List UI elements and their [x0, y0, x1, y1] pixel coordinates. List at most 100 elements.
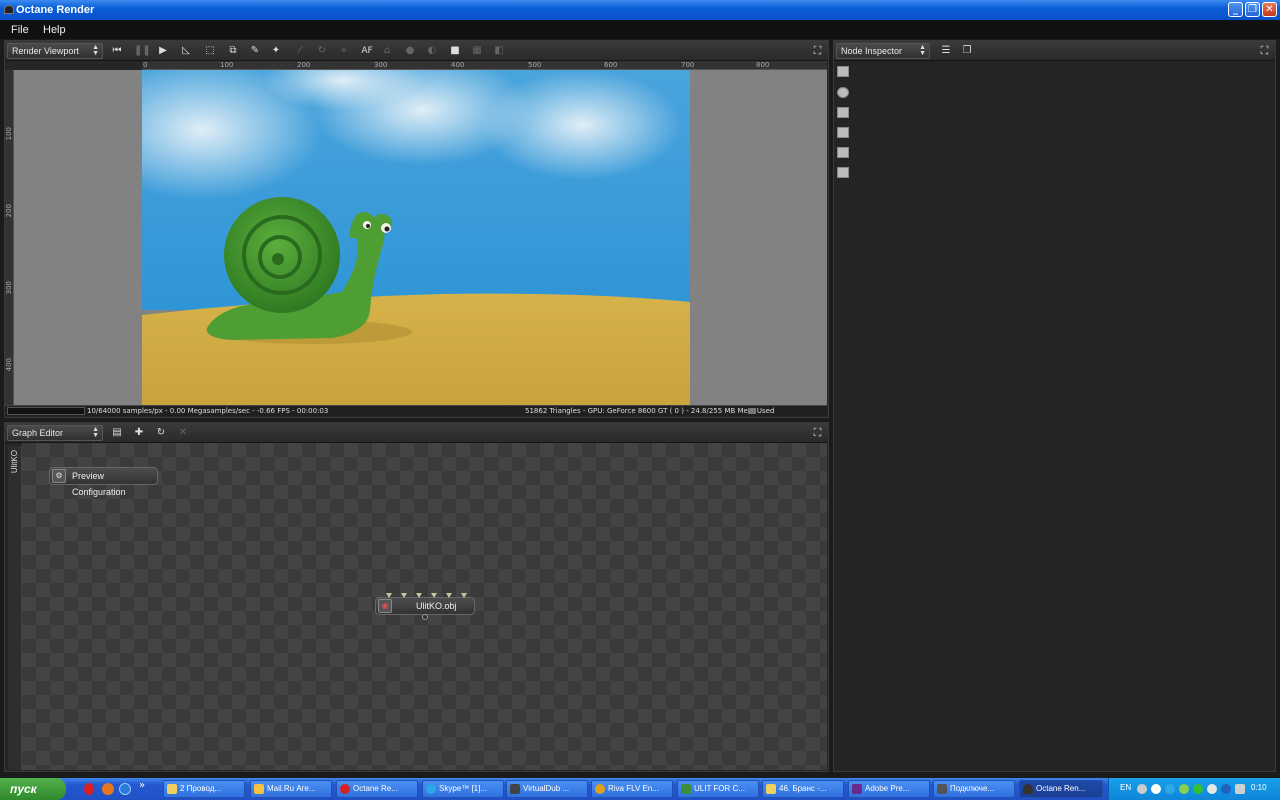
- taskbar-item-label: Octane Ren...: [1036, 784, 1086, 793]
- start-button[interactable]: пуск: [0, 778, 66, 800]
- ie-quicklaunch-icon[interactable]: [119, 783, 131, 795]
- riva-icon: [595, 784, 605, 794]
- taskbar-item[interactable]: Mail.Ru Аге...: [250, 780, 332, 798]
- maximize-panel-icon[interactable]: ⛶: [811, 44, 824, 57]
- preview-configuration-node[interactable]: ⚙ Preview Configuration: [49, 467, 158, 497]
- mesh-node[interactable]: ◉ UlitKO.obj: [375, 593, 475, 620]
- material-icon[interactable]: [837, 87, 849, 98]
- taskbar-item[interactable]: 46. Бранс -...: [762, 780, 844, 798]
- play-icon[interactable]: ▶: [156, 44, 170, 58]
- ruler-tick: 300: [374, 61, 388, 69]
- render-target-icon[interactable]: [837, 66, 849, 77]
- skype-icon: [426, 784, 436, 794]
- refresh-icon[interactable]: ↻: [154, 426, 168, 440]
- graph-canvas[interactable]: ⚙ Preview Configuration ◉ UlitKO.obj: [22, 443, 827, 770]
- network-icon: [937, 784, 947, 794]
- split-view-icon[interactable]: ◧: [492, 44, 506, 58]
- delete-node-icon[interactable]: ✕: [176, 426, 190, 440]
- taskbar-item[interactable]: Подключе...: [933, 780, 1015, 798]
- configuration-icon: ⚙: [52, 469, 66, 483]
- copy-icon[interactable]: ⧉: [226, 44, 240, 58]
- menu-file[interactable]: File: [11, 24, 29, 36]
- ruler-tick: 0: [143, 61, 148, 69]
- render-image[interactable]: [142, 70, 690, 405]
- square-view-icon[interactable]: ■: [448, 44, 462, 58]
- star-icon[interactable]: ✦: [269, 44, 283, 58]
- output-pin[interactable]: [422, 614, 428, 620]
- skype-tray-icon[interactable]: [1165, 784, 1175, 794]
- reset-icon[interactable]: ⏮: [110, 44, 124, 58]
- kernel-icon[interactable]: [837, 107, 849, 118]
- taskbar-item-label: Mail.Ru Аге...: [267, 784, 316, 793]
- add-node-icon[interactable]: ✚: [132, 426, 146, 440]
- taskbar-item[interactable]: Skype™ [1]...: [422, 780, 504, 798]
- render-viewport-selector[interactable]: Render Viewport ▲ ▼: [7, 43, 103, 59]
- tray-icon[interactable]: [1207, 784, 1217, 794]
- menu-bar: File Help: [0, 20, 1280, 39]
- pause-icon[interactable]: ❚❚: [134, 44, 151, 58]
- sphere-icon[interactable]: ●: [403, 44, 417, 58]
- maximize-button[interactable]: ❐: [1245, 2, 1260, 17]
- taskbar-item[interactable]: Riva FLV En...: [591, 780, 673, 798]
- pin-icon[interactable]: ⌖: [337, 44, 351, 58]
- save-graph-icon[interactable]: ▤: [110, 426, 124, 440]
- node-label: Preview Configuration: [72, 471, 126, 497]
- rotate-icon[interactable]: ↻: [315, 44, 329, 58]
- tray-icon[interactable]: [1193, 784, 1203, 794]
- tray-icon[interactable]: [1137, 784, 1147, 794]
- clock[interactable]: 0:10: [1251, 783, 1267, 792]
- window-title-bar[interactable]: Octane Render _ ❐ ✕: [0, 0, 1280, 20]
- ruler-tick: 600: [604, 61, 618, 69]
- collapse-icon[interactable]: ☰: [939, 44, 953, 58]
- firefox-quicklaunch-icon[interactable]: [102, 783, 114, 795]
- graph-side-tab-label: UlitKO: [10, 450, 19, 474]
- taskbar-item[interactable]: 2 Провод...: [163, 780, 245, 798]
- maximize-panel-icon[interactable]: ⛶: [1258, 44, 1271, 57]
- premiere-icon: [852, 784, 862, 794]
- taskbar-item-label: 2 Провод...: [180, 784, 222, 793]
- language-indicator[interactable]: EN: [1120, 783, 1131, 792]
- taskbar-item[interactable]: ULIT FOR C...: [677, 780, 759, 798]
- volume-icon[interactable]: [1235, 784, 1245, 794]
- tray-icon[interactable]: [1221, 784, 1231, 794]
- minimize-button[interactable]: _: [1228, 2, 1243, 17]
- image-icon[interactable]: [837, 147, 849, 158]
- ruler-left: 100 200 300 400: [5, 70, 14, 405]
- imager-icon[interactable]: [837, 167, 849, 178]
- camera-icon[interactable]: ⌂: [380, 44, 394, 58]
- ruler-tick: 500: [528, 61, 542, 69]
- tray-icon[interactable]: [1179, 784, 1189, 794]
- taskbar-item[interactable]: Adobe Pre...: [848, 780, 930, 798]
- close-button[interactable]: ✕: [1262, 2, 1277, 17]
- document-icon: [681, 784, 691, 794]
- taskbar-item-label: Skype™ [1]...: [439, 784, 488, 793]
- ruler-tick: 400: [451, 61, 465, 69]
- pick-focus-icon[interactable]: ⁄: [293, 44, 307, 58]
- graph-side-tab[interactable]: UlitKO: [8, 446, 22, 770]
- checker-view-icon[interactable]: ▦: [470, 44, 484, 58]
- input-pin[interactable]: [461, 593, 467, 598]
- node-inspector-selector[interactable]: Node Inspector ▲ ▼: [836, 43, 930, 59]
- input-pin[interactable]: [401, 593, 407, 598]
- opera-quicklaunch-icon[interactable]: [84, 783, 94, 795]
- autofocus-button[interactable]: AF: [359, 44, 375, 58]
- taskbar-item[interactable]: Octane Re...: [336, 780, 418, 798]
- taskbar-item[interactable]: VirtualDub ...: [506, 780, 588, 798]
- folder-icon: [766, 784, 776, 794]
- node-inspector-selector-label: Node Inspector: [841, 46, 903, 56]
- sphere-alt-icon[interactable]: ◐: [425, 44, 439, 58]
- input-pin[interactable]: [386, 593, 392, 598]
- maximize-panel-icon[interactable]: ⛶: [811, 426, 824, 439]
- graph-editor-selector[interactable]: Graph Editor ▲ ▼: [7, 425, 103, 441]
- tray-icon[interactable]: [1151, 784, 1161, 794]
- region-icon[interactable]: ⬚: [203, 44, 217, 58]
- material-picker-icon[interactable]: ✎: [248, 44, 262, 58]
- taskbar-item-label: Octane Re...: [353, 784, 398, 793]
- menu-help[interactable]: Help: [43, 24, 66, 36]
- quicklaunch-more-icon[interactable]: »: [139, 780, 145, 791]
- chevron-updown-icon: ▲ ▼: [92, 426, 99, 439]
- taskbar-item-active[interactable]: Octane Ren...: [1019, 780, 1103, 798]
- focus-picker-icon[interactable]: ◺: [179, 44, 193, 58]
- environment-icon[interactable]: [837, 127, 849, 138]
- stack-icon[interactable]: ❐: [960, 44, 974, 58]
